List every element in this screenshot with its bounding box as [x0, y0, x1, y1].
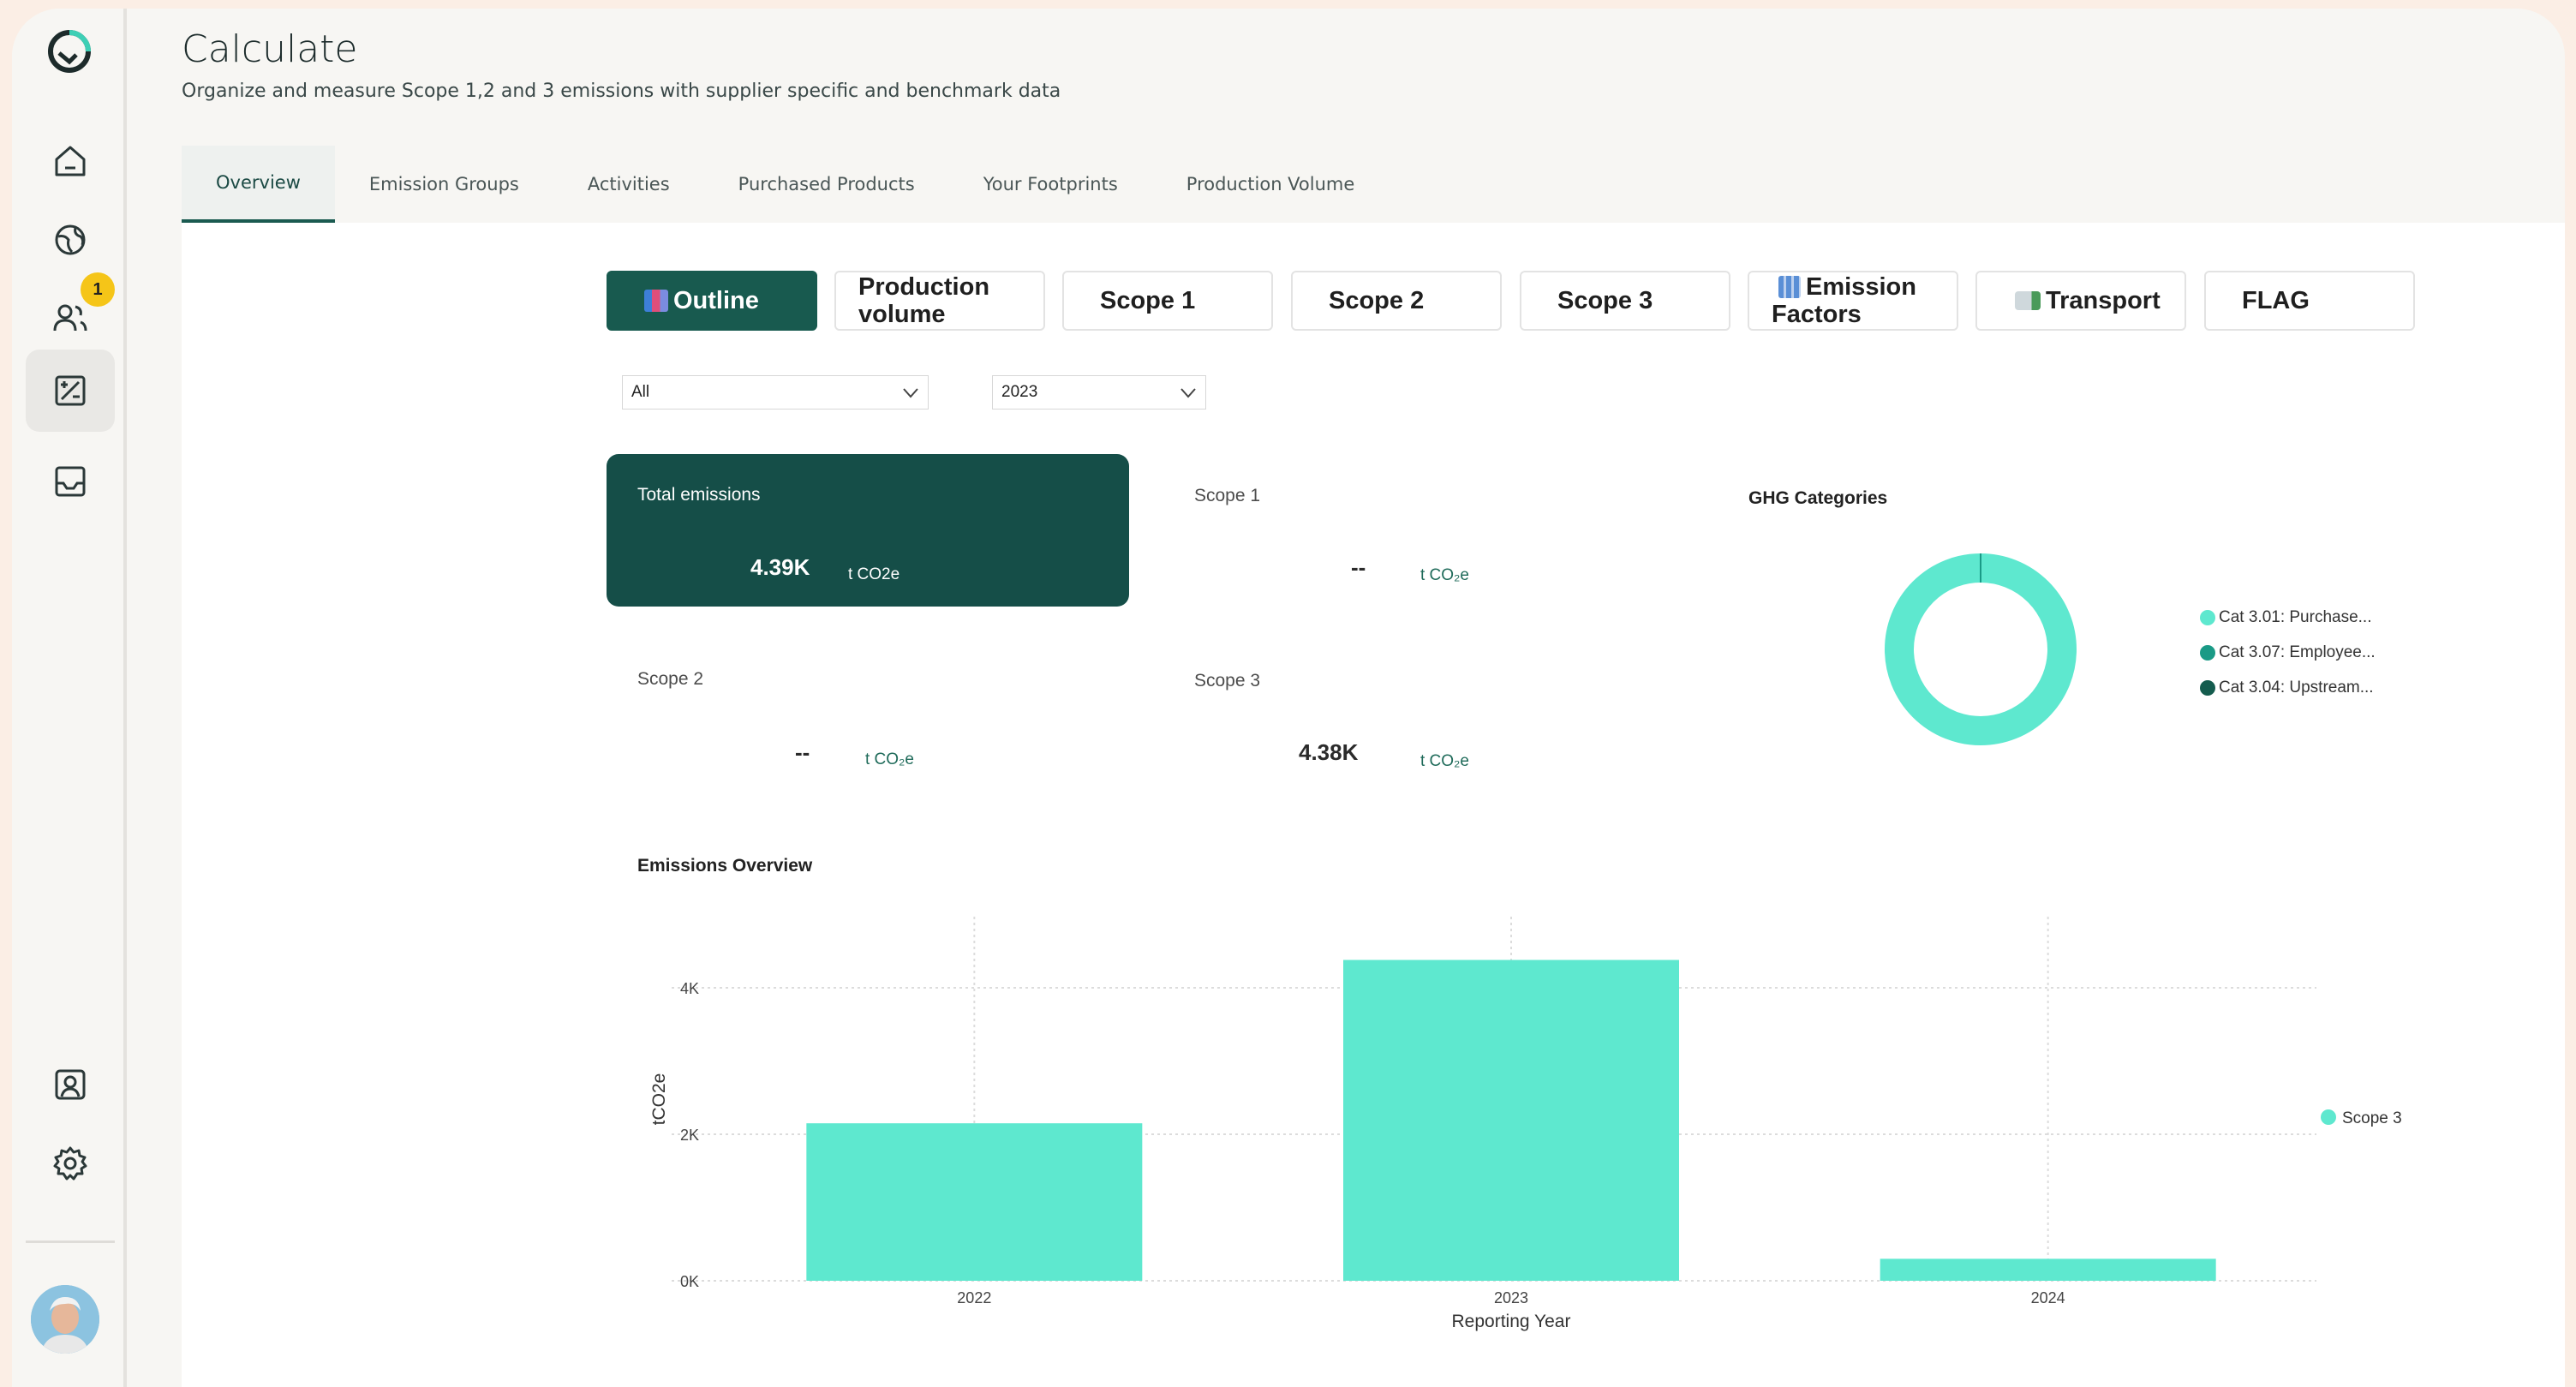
y-tick-label: 2K [680, 1127, 699, 1144]
globe-icon [55, 224, 86, 255]
ghg-legend-label: Cat 3.01: Purchase... [2219, 608, 2372, 626]
category-dropdown-value: All [631, 383, 650, 401]
bar-2022[interactable] [806, 1123, 1143, 1281]
sidebar-divider [26, 1241, 115, 1243]
page-title: Calculate [182, 27, 358, 71]
chevron-down-icon [903, 388, 918, 398]
notification-badge: 1 [81, 272, 115, 307]
calculator-icon [55, 375, 86, 406]
users-icon [53, 304, 87, 332]
ghg-legend-item[interactable]: Cat 3.04: Upstream... [2200, 679, 2374, 697]
category-dropdown[interactable]: All [622, 375, 929, 410]
sidebar-item-inbox[interactable] [26, 440, 115, 523]
sidebar-item-account[interactable] [26, 1043, 115, 1126]
legend-dot [2200, 680, 2215, 696]
x-tick-label: 2024 [2031, 1289, 2065, 1306]
production-volume-button[interactable]: Production volume [834, 271, 1045, 331]
emission-factors-button[interactable]: Emission Factors [1748, 271, 1958, 331]
bar-2024[interactable] [1880, 1258, 2216, 1281]
scope1-unit: t CO₂e [1420, 566, 1469, 584]
x-tick-label: 2022 [957, 1289, 991, 1306]
tab-overview[interactable]: Overview [182, 146, 335, 223]
scope2-button[interactable]: Scope 2 [1291, 271, 1502, 331]
sidebar-item-globe[interactable] [26, 199, 115, 281]
y-tick-label: 0K [680, 1273, 699, 1290]
scope2-unit: t CO₂e [865, 750, 914, 768]
production-volume-label-2: volume [858, 301, 946, 328]
chevron-down-icon [1180, 388, 1196, 398]
chart-legend-label: Scope 3 [2342, 1109, 2402, 1127]
transport-button[interactable]: Transport [1975, 271, 2186, 331]
scope1-value: -- [1351, 554, 1366, 580]
scope3-button-label: Scope 3 [1557, 287, 1653, 314]
emissions-overview-title: Emissions Overview [637, 856, 813, 876]
year-dropdown[interactable]: 2023 [992, 375, 1206, 410]
outline-button[interactable]: Outline [607, 271, 817, 331]
ghg-legend-item[interactable]: Cat 3.01: Purchase... [2200, 608, 2372, 627]
user-photo-icon [31, 1285, 99, 1354]
total-emissions-label: Total emissions [637, 485, 761, 505]
scope1-button-label: Scope 1 [1100, 287, 1196, 314]
logo-icon[interactable] [42, 24, 97, 79]
scope1-button[interactable]: Scope 1 [1062, 271, 1273, 331]
tab-bar: Overview Emission Groups Activities Purc… [182, 146, 2565, 223]
tab-production-volume[interactable]: Production Volume [1152, 146, 1390, 223]
ghg-categories-title: GHG Categories [1748, 488, 1888, 508]
legend-dot [2321, 1109, 2336, 1125]
sidebar-item-settings[interactable] [26, 1122, 115, 1205]
ghg-donut-chart[interactable] [1878, 547, 2083, 752]
tab-purchased-products[interactable]: Purchased Products [704, 146, 949, 223]
flag-button[interactable]: FLAG [2204, 271, 2415, 331]
scope2-button-label: Scope 2 [1329, 287, 1425, 314]
window-frame: 1 Calculate Organize and measure Scope 1… [0, 0, 2576, 1387]
y-tick-label: 4K [680, 980, 699, 997]
x-tick-label: 2023 [1494, 1289, 1528, 1306]
emission-factors-label-2: Factors [1772, 301, 1862, 328]
emissions-overview-chart: 0K 2K 4K 2022 2023 2024 Reporting Year tCO2e Sco… [649, 917, 2402, 1331]
chart-icon [644, 290, 668, 312]
flag-button-label: FLAG [2242, 287, 2310, 314]
sidebar: 1 [12, 9, 127, 1387]
tab-emission-groups[interactable]: Emission Groups [335, 146, 553, 223]
sidebar-item-home[interactable] [26, 120, 115, 202]
account-icon [55, 1069, 86, 1100]
tab-your-footprints[interactable]: Your Footprints [949, 146, 1152, 223]
home-icon [55, 146, 86, 176]
truck-icon [2015, 291, 2041, 310]
bar-2023[interactable] [1343, 960, 1679, 1281]
scope1-label: Scope 1 [1194, 486, 1261, 505]
x-axis-label: Reporting Year [1452, 1312, 1571, 1331]
sidebar-item-calculate[interactable] [26, 350, 115, 432]
production-volume-label-1: Production [858, 273, 990, 301]
y-axis-label: tCO2e [649, 1073, 669, 1126]
total-emissions-value: 4.39K [750, 554, 810, 580]
ghg-donut-slice[interactable] [1885, 553, 2077, 745]
scope3-unit: t CO₂e [1420, 752, 1469, 770]
total-emissions-unit: t CO2e [848, 565, 900, 583]
scope3-button[interactable]: Scope 3 [1520, 271, 1730, 331]
legend-dot [2200, 645, 2215, 661]
outline-button-label: Outline [673, 287, 759, 314]
scope3-label: Scope 3 [1194, 671, 1261, 691]
ghg-legend-label: Cat 3.04: Upstream... [2219, 679, 2374, 696]
scope2-value: -- [795, 739, 810, 765]
scope3-value: 4.38K [1299, 739, 1359, 765]
ghg-legend-item[interactable]: Cat 3.07: Employee... [2200, 643, 2376, 662]
emission-factors-label-1: Emission [1806, 273, 1916, 301]
inbox-icon [55, 466, 86, 497]
transport-button-label: Transport [2046, 287, 2161, 314]
emission-factors-line-1: Emission [1778, 273, 1916, 301]
page-subtitle: Organize and measure Scope 1,2 and 3 emi… [182, 81, 1061, 102]
legend-dot [2200, 610, 2215, 625]
settings-icon [53, 1146, 87, 1181]
ghg-legend-label: Cat 3.07: Employee... [2219, 643, 2376, 661]
abacus-icon [1778, 276, 1801, 298]
avatar[interactable] [31, 1285, 99, 1354]
scope2-label: Scope 2 [637, 669, 704, 689]
app-shell: 1 Calculate Organize and measure Scope 1… [12, 9, 2565, 1387]
tab-activities[interactable]: Activities [553, 146, 704, 223]
year-dropdown-value: 2023 [1001, 383, 1038, 401]
